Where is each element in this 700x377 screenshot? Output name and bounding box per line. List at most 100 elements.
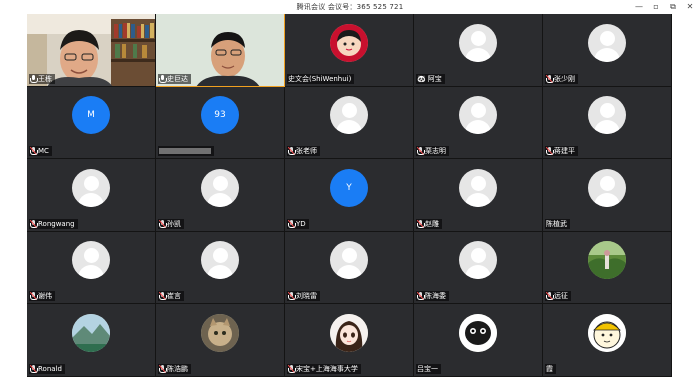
participant-name: 阿宝 [427, 74, 442, 83]
participant-tile[interactable]: 陈浩鹏 [156, 304, 285, 377]
participant-name: 张少刚 [554, 74, 575, 83]
participant-name: 蒋建平 [554, 147, 575, 156]
participant-name-label: 孙凯 [158, 218, 184, 229]
profile-photo-avatar [330, 23, 368, 62]
participant-name-label: 陈植武 [545, 218, 570, 229]
avatar-head [341, 103, 357, 119]
mute-slash [545, 74, 553, 83]
participant-name-label: 崔言 [158, 291, 184, 302]
mute-slash [158, 219, 166, 228]
title-bar: 腾讯会议 会议号：365 525 721 — ▫ ⧉ ✕ [0, 0, 700, 14]
microphone-muted-icon [29, 219, 38, 228]
profile-photo-avatar [588, 314, 626, 352]
participant-name-label: 张老师 [287, 146, 320, 157]
participant-tile[interactable]: 张老师 [285, 86, 414, 160]
participant-name: 王栋 [38, 74, 52, 83]
participant-tile[interactable]: 93 [156, 86, 285, 160]
avatar-body [465, 47, 491, 62]
participant-name-label: 远征 [545, 291, 571, 302]
avatar-body [78, 265, 104, 280]
maximize-button[interactable]: ⧉ [669, 0, 677, 14]
participant-name: 崔言 [167, 292, 181, 301]
avatar-body [336, 265, 362, 280]
mute-slash [29, 219, 37, 228]
microphone-muted-icon [158, 364, 167, 374]
participant-tile[interactable]: 陈海委 [414, 231, 543, 305]
avatar-head [470, 103, 486, 119]
participant-name-label: 宋宝+上海海事大学 [287, 363, 361, 374]
participant-name: 张老师 [296, 147, 317, 156]
left-margin [0, 14, 27, 377]
restore-button[interactable]: ▫ [652, 0, 660, 14]
participant-name-label: Rongwang [29, 218, 78, 229]
participant-tile[interactable]: 刘晓雷 [285, 231, 414, 305]
mute-slash [29, 292, 37, 301]
window-controls: — ▫ ⧉ ✕ [635, 0, 694, 14]
close-button[interactable]: ✕ [686, 0, 694, 14]
participant-tile[interactable]: Rongwang [27, 159, 156, 232]
blurred-name [159, 148, 211, 155]
mute-slash [416, 147, 424, 156]
avatar-body [336, 120, 362, 135]
participant-name: 刘晓雷 [296, 292, 317, 301]
default-avatar-icon [201, 168, 239, 207]
avatar-body [207, 265, 233, 280]
avatar-head [470, 248, 486, 264]
default-avatar-icon [588, 23, 626, 62]
participant-tile[interactable]: 赵雕 [414, 159, 543, 232]
mute-slash [416, 219, 424, 228]
participant-tile[interactable]: 吕宝一 [414, 304, 543, 377]
participant-tile[interactable]: 🐼 阿宝 [414, 14, 543, 87]
microphone-muted-icon [416, 147, 425, 156]
participant-tile[interactable]: Y YD [285, 159, 414, 232]
participant-tile[interactable]: 史巨达 [156, 14, 285, 87]
microphone-icon [30, 74, 38, 83]
participant-tile[interactable]: M MC [27, 86, 156, 160]
profile-photo-avatar [330, 314, 368, 352]
minimize-button[interactable]: — [635, 0, 643, 14]
participant-tile[interactable]: 宋宝+上海海事大学 [285, 304, 414, 377]
mute-slash [287, 292, 295, 301]
participant-tile[interactable]: 陈植武 [543, 159, 672, 232]
participant-name-label [158, 146, 214, 157]
participant-tile[interactable]: 崔言 [156, 231, 285, 305]
avatar-body [594, 192, 620, 207]
participant-tile[interactable]: 霞 [543, 304, 672, 377]
mute-slash [29, 364, 37, 374]
participant-name-label: 吕宝一 [416, 363, 441, 374]
participant-tile[interactable]: 远征 [543, 231, 672, 305]
microphone-icon [159, 74, 167, 83]
participant-name: 宋宝+上海海事大学 [296, 364, 358, 373]
participant-name-label: 张少刚 [545, 73, 578, 84]
participant-grid: 王栋 史巨达 史文会(ShiWenhui) 🐼 阿宝 张少刚 M MC 93 张老师 栗志明 蒋建平… [27, 14, 672, 377]
default-avatar-icon [459, 23, 497, 62]
participant-tile[interactable]: Ronald [27, 304, 156, 377]
microphone-muted-icon [29, 147, 38, 156]
participant-name: 霞 [546, 364, 553, 373]
participant-tile[interactable]: 张少刚 [543, 14, 672, 87]
avatar-head [599, 175, 615, 191]
participant-tile[interactable]: 谢伟 [27, 231, 156, 305]
participant-name-label: 赵雕 [416, 218, 442, 229]
avatar-body [594, 120, 620, 135]
participant-tile[interactable]: 孙凯 [156, 159, 285, 232]
participant-tile[interactable]: 栗志明 [414, 86, 543, 160]
default-avatar-icon [459, 168, 497, 207]
participant-tile[interactable]: 王栋 [27, 14, 156, 87]
participant-tile[interactable]: 史文会(ShiWenhui) [285, 14, 414, 87]
participant-name: 陈海委 [425, 292, 446, 301]
microphone-muted-icon [416, 292, 425, 301]
microphone-muted-icon [29, 364, 38, 374]
participant-name: Rongwang [38, 219, 75, 228]
participant-name: Ronald [38, 364, 62, 373]
mute-slash [545, 147, 553, 156]
letter-avatar: 93 [201, 96, 239, 135]
right-margin [672, 14, 700, 377]
participant-name-label: 🐼 阿宝 [416, 73, 445, 84]
avatar-head [212, 248, 228, 264]
participant-tile[interactable]: 蒋建平 [543, 86, 672, 160]
mute-slash [287, 364, 295, 374]
avatar-body [78, 192, 104, 207]
participant-name: 史巨达 [167, 74, 188, 83]
profile-photo-avatar [459, 314, 497, 352]
